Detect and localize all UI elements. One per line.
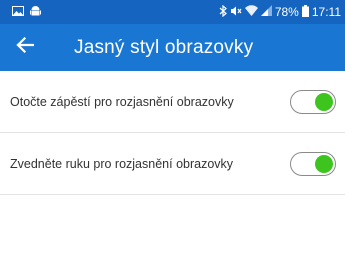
- wrist-rotate-toggle[interactable]: [290, 89, 336, 114]
- signal-icon: [260, 5, 272, 19]
- status-left-icons: [12, 5, 41, 20]
- bluetooth-icon: [219, 4, 227, 20]
- android-icon: [30, 5, 41, 20]
- setting-label: Otočte zápěstí pro rozjasnění obrazovky: [10, 94, 234, 109]
- arrow-back-icon: [16, 36, 35, 58]
- clock-time: 17:11: [311, 5, 341, 19]
- setting-label: Zvedněte ruku pro rozjasnění obrazovky: [10, 156, 234, 171]
- mute-icon: [230, 5, 242, 20]
- setting-row-wrist-rotate[interactable]: Otočte zápěstí pro rozjasnění obrazovky: [0, 71, 345, 133]
- setting-row-raise-hand[interactable]: Zvedněte ruku pro rozjasnění obrazovky: [0, 133, 345, 195]
- status-right-icons: 78% 17:11: [219, 4, 341, 20]
- battery-text: 78%: [274, 5, 299, 19]
- app-bar: Jasný styl obrazovky: [0, 24, 345, 71]
- back-button[interactable]: [0, 24, 50, 71]
- toggle-knob: [315, 92, 333, 111]
- status-bar: 78% 17:11: [0, 0, 345, 24]
- wifi-icon: [244, 5, 258, 19]
- empty-area: [0, 195, 345, 257]
- battery-icon: [301, 4, 309, 20]
- page-title: Jasný styl obrazovky: [74, 36, 254, 58]
- settings-list: Otočte zápěstí pro rozjasnění obrazovky …: [0, 71, 345, 257]
- raise-hand-toggle[interactable]: [290, 151, 336, 176]
- toggle-knob: [315, 154, 333, 173]
- image-icon: [12, 5, 24, 19]
